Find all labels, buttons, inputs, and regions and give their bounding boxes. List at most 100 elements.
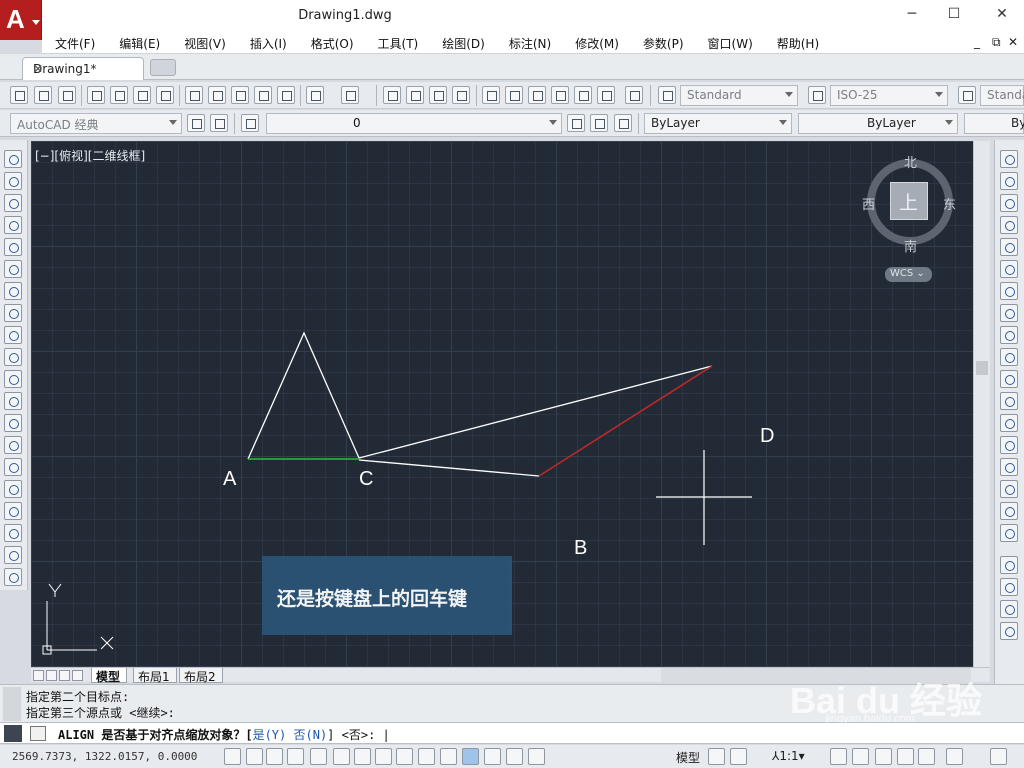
tool-palettes-icon[interactable] [528,86,546,104]
draworder-front-icon[interactable] [1000,556,1018,574]
model-space-button[interactable]: 模型 [676,749,700,766]
text-style-icon[interactable] [658,86,676,104]
extend-icon[interactable] [1000,370,1018,388]
mirror-icon[interactable] [1000,194,1018,212]
undo-icon[interactable] [306,86,324,104]
break-at-point-icon[interactable] [1000,392,1018,410]
lineweight-icon[interactable] [440,748,457,765]
linetype-select[interactable]: ByLayer [798,113,958,134]
gradient-icon[interactable] [4,480,22,498]
menu-help[interactable]: 帮助(H) [764,32,830,54]
minimize-button[interactable]: ─ [898,6,926,22]
command-grip[interactable] [3,687,21,721]
layer-previous-icon[interactable] [590,114,608,132]
offset-icon[interactable] [1000,216,1018,234]
spline-icon[interactable] [4,326,22,344]
break-icon[interactable] [1000,414,1018,432]
layer-properties-icon[interactable] [241,114,259,132]
blend-curves-icon[interactable] [1000,502,1018,520]
infer-constraints-icon[interactable] [224,748,241,765]
help-icon[interactable] [625,86,643,104]
properties-icon[interactable] [482,86,500,104]
table-style-select[interactable]: Standa [980,85,1024,106]
tab-drawing1[interactable]: Drawing1* ✕ [22,57,144,80]
menu-dimension[interactable]: 标注(N) [496,32,562,54]
viewcube-top-face[interactable]: 上 [890,182,928,220]
fillet-icon[interactable] [1000,480,1018,498]
dimension-style-icon[interactable] [808,86,826,104]
open-file-icon[interactable] [34,86,52,104]
customize-icon[interactable] [210,114,228,132]
dynamic-input-icon[interactable] [418,748,435,765]
snap-mode-icon[interactable] [246,748,263,765]
new-tab-button[interactable] [150,59,176,76]
annotation-visibility-icon[interactable] [830,748,847,765]
region-icon[interactable] [4,502,22,520]
zoom-window-icon[interactable] [429,86,447,104]
doc-restore-button[interactable]: ⧉ [992,35,1001,50]
zoom-realtime-icon[interactable] [406,86,424,104]
multiline-text-icon[interactable] [4,546,22,564]
scale-icon[interactable] [1000,304,1018,322]
drawing-area[interactable]: [−][俯视][二维线框] A C B D 还是按键盘上的回车键 上 北 南 东… [31,141,973,667]
pan-icon[interactable] [383,86,401,104]
arc-icon[interactable] [4,260,22,278]
first-layout-button[interactable] [33,670,44,681]
menu-format[interactable]: 格式(O) [298,32,365,54]
calculator-icon[interactable] [597,86,615,104]
compass-east[interactable]: 东 [943,194,956,213]
command-prompt[interactable]: ALIGN 是否基于对齐点缩放对象？[是(Y) 否(N)] <否>: | [58,726,390,743]
doc-close-button[interactable]: ✕ [1008,35,1018,49]
table-style-icon[interactable] [958,86,976,104]
copy-icon[interactable] [208,86,226,104]
explode-icon[interactable] [1000,524,1018,542]
revision-cloud-icon[interactable] [4,304,22,322]
prev-layout-button[interactable] [46,670,57,681]
3d-print-icon[interactable] [156,86,174,104]
draworder-above-icon[interactable] [1000,600,1018,618]
menu-parametric[interactable]: 参数(P) [630,32,695,54]
make-block-icon[interactable] [4,414,22,432]
object-snap-tracking-icon[interactable] [375,748,392,765]
selection-cycling-icon[interactable] [506,748,523,765]
menu-edit[interactable]: 编辑(E) [106,32,171,54]
table-icon[interactable] [4,524,22,542]
trim-icon[interactable] [1000,348,1018,366]
transparency-icon[interactable] [462,748,479,765]
hardware-acceleration-icon[interactable] [918,748,935,765]
layer-state-icon[interactable] [614,114,632,132]
customize-wrench-icon[interactable] [4,725,22,742]
isolate-objects-icon[interactable] [946,748,963,765]
compass-north[interactable]: 北 [904,152,917,171]
object-snap-icon[interactable] [333,748,350,765]
recent-commands-icon[interactable] [30,726,46,741]
grid-display-icon[interactable] [266,748,283,765]
polar-tracking-icon[interactable] [310,748,327,765]
menu-window[interactable]: 窗口(W) [695,32,764,54]
ellipse-icon[interactable] [4,348,22,366]
workspace-settings-icon[interactable] [187,114,205,132]
erase-icon[interactable] [1000,150,1018,168]
redo-icon[interactable] [341,86,359,104]
tab-model[interactable]: 模型 [91,668,128,684]
annotation-scale[interactable]: ⅄1:1▾ [772,749,805,763]
chamfer-icon[interactable] [1000,458,1018,476]
rectangle-icon[interactable] [4,238,22,256]
doc-minimize-button[interactable]: _ [974,35,980,49]
paste-block-icon[interactable] [254,86,272,104]
scroll-thumb[interactable] [976,361,988,375]
markup-icon[interactable] [574,86,592,104]
quick-properties-icon[interactable] [484,748,501,765]
sheet-set-icon[interactable] [551,86,569,104]
join-icon[interactable] [1000,436,1018,454]
print-preview-icon[interactable] [110,86,128,104]
option-no[interactable]: 否(N) [286,728,327,742]
coordinate-readout[interactable]: 2569.7373, 1322.0157, 0.0000 [12,750,197,763]
menu-tools[interactable]: 工具(T) [365,32,430,54]
next-layout-button[interactable] [59,670,70,681]
make-current-layer-icon[interactable] [567,114,585,132]
quick-view-drawings-icon[interactable] [730,748,747,765]
save-icon[interactable] [58,86,76,104]
color-select[interactable]: ByLayer [644,113,792,134]
menu-insert[interactable]: 插入(I) [237,32,298,54]
